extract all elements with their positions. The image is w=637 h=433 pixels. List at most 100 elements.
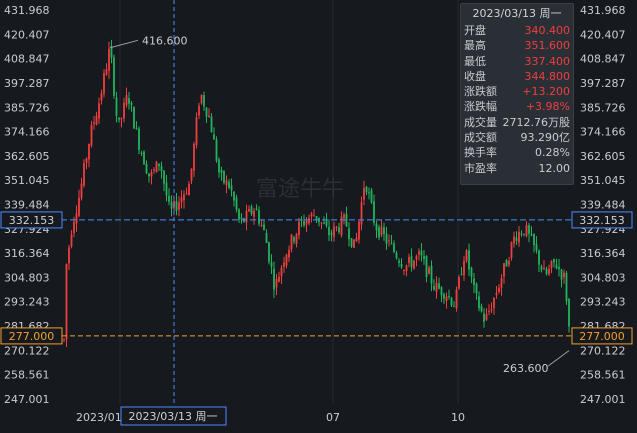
candle-body [108,48,110,71]
candle-body [485,313,488,320]
candle-body [75,213,78,224]
candle-body [158,163,160,166]
y-tick-label-right: 351.045 [580,174,626,187]
candle-body [88,144,90,160]
info-value: 351.600 [524,39,571,53]
candle-body [465,250,468,262]
candle-body [178,202,180,210]
candle-body [495,292,498,296]
candle-body [528,225,530,234]
candle-body [400,264,403,268]
y-tick-label-right: 247.001 [580,393,626,406]
candle-body [330,232,333,235]
candle-body [483,313,485,322]
y-tick-label-left: 258.561 [4,369,50,382]
candle-body [508,260,510,265]
candle-body [533,233,535,246]
candle-body [120,118,123,120]
candle-body [155,161,158,173]
candle-body [335,226,338,228]
candle-body [348,228,350,240]
candle-body [353,239,355,248]
candle-body [375,223,378,231]
candle-body [430,265,433,284]
candle-body [435,283,438,293]
candle-body [140,152,143,154]
info-row: 开盘 340.400 [461,23,573,38]
candle-body [293,237,295,242]
candle-body [425,255,428,277]
y-tick-label-left: 247.001 [4,393,50,406]
candle-body [270,262,273,267]
min-marker-label: 263.600 [503,362,549,375]
candle-body [315,215,318,220]
y-tick-label-right: 408.847 [580,53,626,66]
candle-body [380,226,383,236]
candle-body [213,134,215,140]
candle-body [83,163,85,186]
candle-body [65,264,68,340]
info-label: 最低 [464,54,486,68]
candle-body [235,197,238,210]
candle-body [185,193,188,195]
candle-body [395,252,398,259]
candle-body [350,238,353,247]
y-tick-label-left: 408.847 [4,53,50,66]
candle-body [73,221,75,234]
candle-body [370,189,373,203]
y-tick-label-left: 420.407 [4,28,50,41]
info-row: 涨跌额 +13.200 [461,84,573,99]
y-tick-label-right: 339.484 [580,199,626,212]
candle-body [450,297,453,306]
info-row: 市盈率 12.00 [461,161,573,176]
candle-body [325,220,328,226]
candle-body [240,217,243,220]
info-value: 2712.76万股 [502,115,571,129]
info-row: 最高 351.600 [461,38,573,53]
info-value: 337.400 [524,54,571,68]
y-tick-label-right: 258.561 [580,369,626,382]
candle-body [445,296,448,302]
candle-body [530,233,533,236]
candle-body [388,240,390,242]
candle-body [363,188,365,200]
candle-body [135,128,138,130]
candle-body [500,278,503,288]
candle-body [188,183,190,196]
y-tick-label-left: 362.605 [4,150,50,163]
candle-body [298,221,300,236]
candle-body [285,254,288,266]
candle-body [368,192,370,194]
candle-body [313,215,315,217]
candle-body [80,183,83,199]
candle-body [355,237,358,242]
candle-body [250,206,253,214]
candle-body [228,181,230,188]
candle-body [68,247,70,264]
candle-body [438,283,440,289]
candle-body [480,306,483,312]
y-tick-label-left: 304.803 [4,271,50,284]
candle-body [275,278,278,288]
candle-body [418,251,420,255]
candle-body [545,268,548,275]
candle-body [205,107,208,117]
candle-body [535,243,538,251]
candle-body [248,208,250,212]
candle-body [428,267,430,274]
info-row: 成交额 93.290亿 [461,130,573,145]
candle-body [133,106,135,129]
candle-body [303,221,305,226]
candle-body [493,297,495,309]
candle-body [405,265,408,272]
x-tick-label: 07 [326,411,340,424]
candle-body [308,218,310,224]
candle-body [180,197,183,203]
info-value: 340.400 [524,24,571,37]
candle-body [540,266,543,270]
y-tick-label-left: 397.287 [4,77,50,90]
info-value: +13.200 [522,85,570,99]
candle-body [378,227,380,238]
candle-body [143,151,145,165]
candle-body [498,287,500,293]
